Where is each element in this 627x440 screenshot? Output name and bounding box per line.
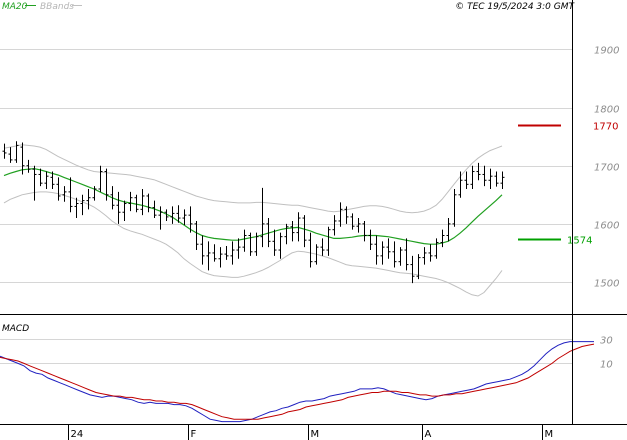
legend-bbands: BBands <box>40 2 74 12</box>
stock-chart: 17701574 19001800170016001500 3010 24 F M A… <box>0 0 627 440</box>
time-label: 24 <box>71 429 84 440</box>
source-label: © TEC 19/5/2024 3:0 GMT <box>455 2 575 12</box>
price-tick-label: 1800 <box>594 105 619 116</box>
price-tick-label: 1700 <box>594 163 619 174</box>
support-label: 1574 <box>567 236 592 247</box>
macd-tick-label: 10 <box>600 360 613 371</box>
price-tick-label: 1900 <box>594 46 619 57</box>
resistance-label: 1770 <box>593 122 618 133</box>
price-tick-label: 1600 <box>594 221 619 232</box>
time-label: M <box>545 429 554 440</box>
legend-ma20: MA20 <box>2 2 28 12</box>
time-label: F <box>191 429 197 440</box>
price-tick-label: 1500 <box>594 279 619 290</box>
time-label: M <box>311 429 320 440</box>
chart-background <box>0 0 627 440</box>
macd-tick-label: 30 <box>600 336 613 347</box>
time-label: A <box>425 429 432 440</box>
macd-title: MACD <box>2 324 29 334</box>
